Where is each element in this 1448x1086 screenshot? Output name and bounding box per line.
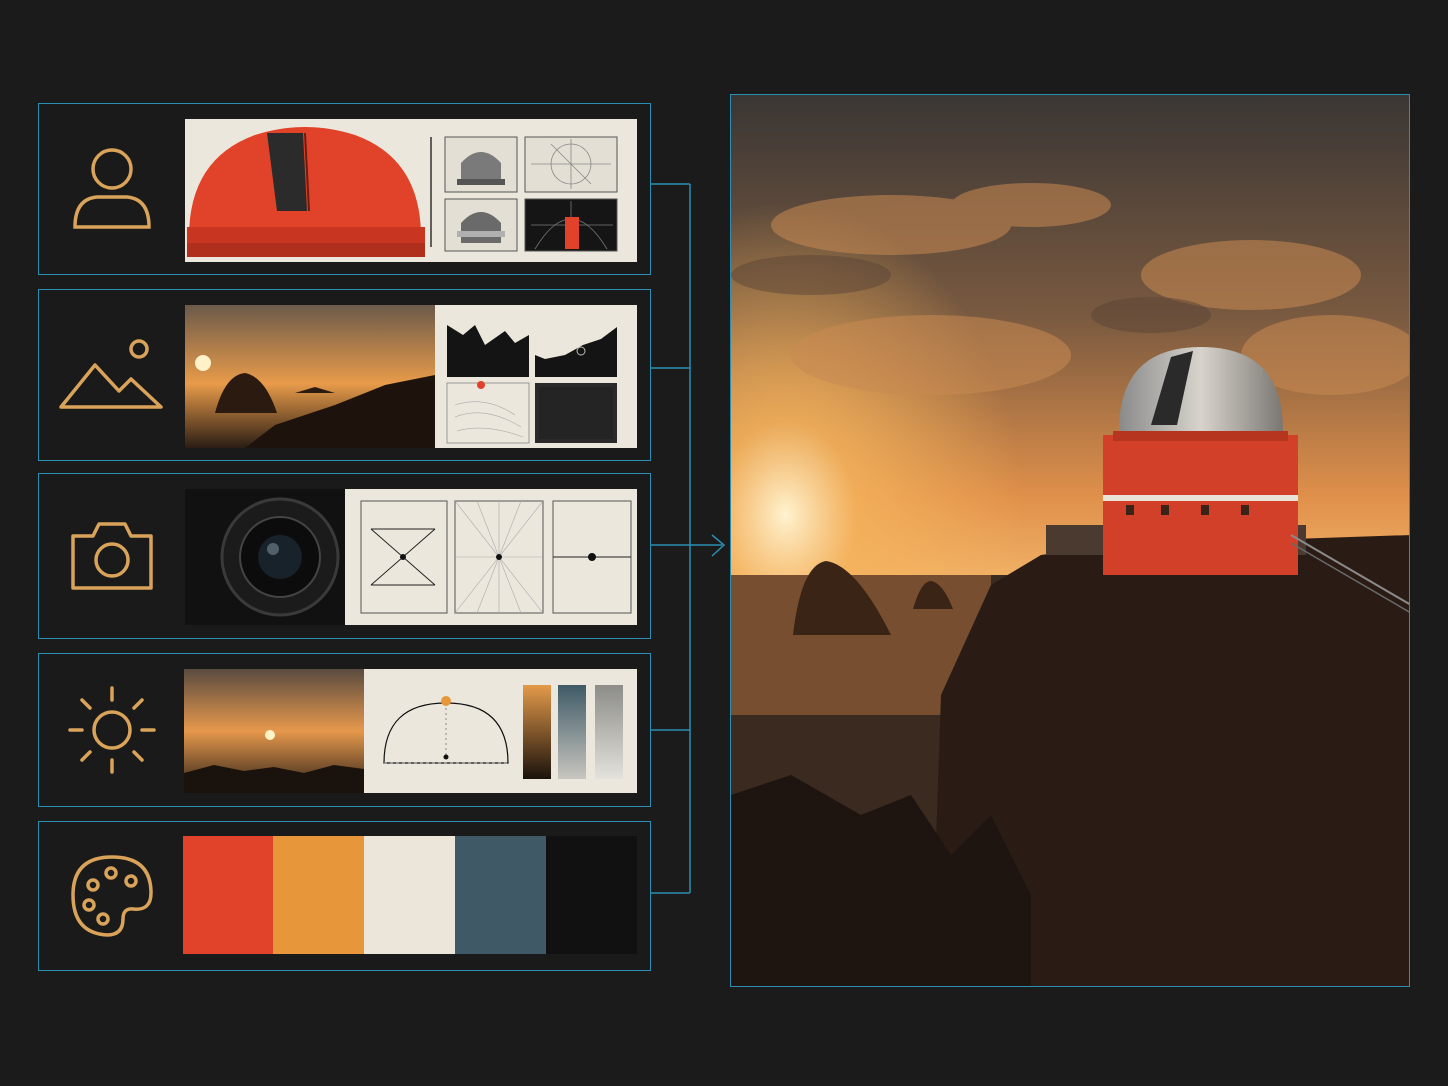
swatch-orange [273, 836, 364, 954]
swatch-slate [455, 836, 546, 954]
camera-icon [39, 474, 184, 638]
person-icon [39, 104, 184, 274]
panel-lighting [38, 653, 651, 807]
palette-icon [39, 822, 184, 970]
mountain-sun-icon [39, 290, 184, 460]
sun-icon [39, 654, 184, 806]
lighting-card [184, 669, 637, 793]
panel-palette [38, 821, 651, 971]
lens-thumbnail [185, 489, 632, 625]
swatch-cream [364, 836, 455, 954]
swatch-red [183, 836, 273, 954]
panel-environment [38, 289, 651, 461]
dome-illustration [187, 127, 618, 257]
panel-subject [38, 103, 651, 275]
lighting-diagram [184, 669, 623, 793]
camera-card [185, 489, 637, 625]
panel-camera [38, 473, 651, 639]
swatch-black [546, 836, 637, 954]
coast-thumbnail [185, 305, 617, 448]
output-image [730, 94, 1410, 987]
color-palette [183, 836, 637, 954]
subject-card [185, 119, 637, 262]
environment-card [185, 305, 637, 448]
